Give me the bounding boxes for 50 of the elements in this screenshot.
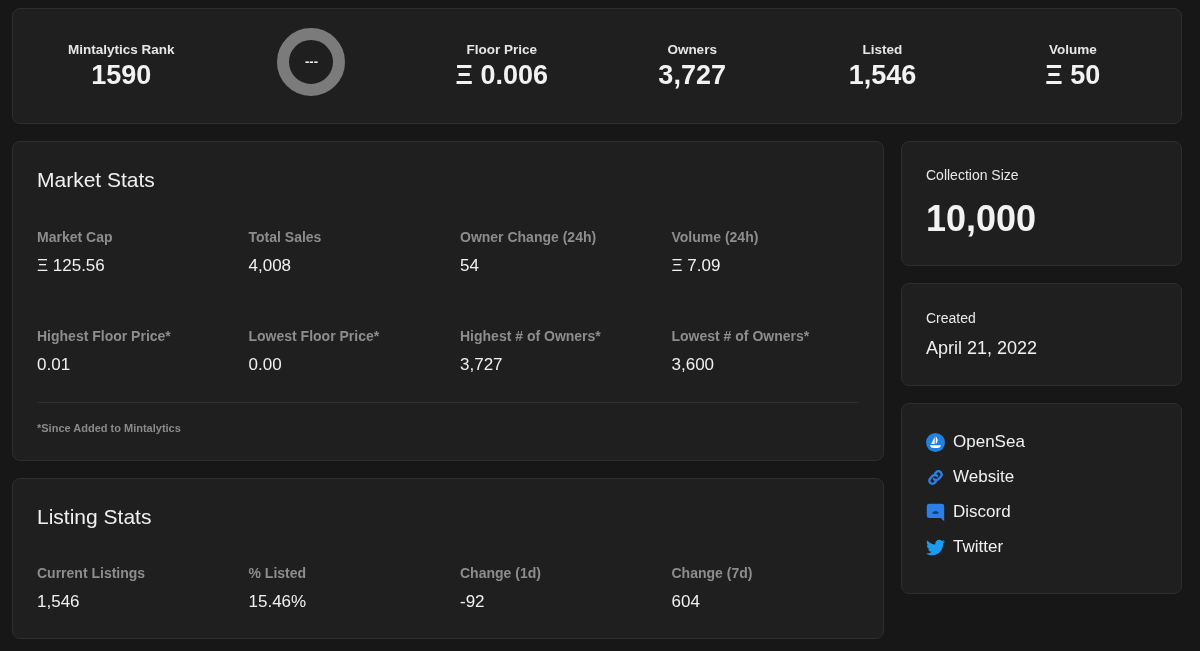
stat-value: 604 — [671, 591, 701, 613]
stat-label: Change (7d) — [671, 564, 754, 582]
stat-value: Ξ 125.56 — [37, 255, 106, 277]
stat-value: 0.01 — [37, 354, 72, 376]
external-link[interactable]: Website — [926, 465, 1015, 489]
stat-value: Ξ 0.006 — [455, 59, 549, 91]
stat-label: Volume (24h) — [671, 228, 760, 246]
stat-value: 3,727 — [460, 354, 504, 376]
stat-value: 54 — [460, 255, 480, 277]
card-title: Market Stats — [37, 167, 156, 193]
stat-value: 4,008 — [248, 255, 293, 277]
stat-value: 1590 — [91, 59, 152, 91]
stat-value: 3,727 — [658, 59, 726, 91]
stat-label: Listed — [862, 41, 903, 59]
stat-label: Volume — [1048, 41, 1097, 59]
stat-label: Floor Price — [466, 41, 538, 59]
stat-label: Collection Size — [926, 166, 1020, 184]
stat-value: 0.00 — [248, 354, 283, 376]
stat-value: Ξ 50 — [1045, 59, 1101, 91]
stat-value: 10,000 — [926, 197, 1038, 241]
external-link[interactable]: Discord — [926, 500, 1011, 524]
date-value: April 21, 2022 — [926, 337, 1039, 360]
stat-value: 15.46% — [248, 591, 308, 613]
score-ring: --- — [277, 28, 346, 96]
stat-label: Change (1d) — [460, 564, 542, 582]
chat-bubble-icon — [926, 502, 945, 522]
stat-label: Current Listings — [37, 564, 147, 582]
sailboat-icon — [926, 432, 945, 452]
external-link[interactable]: OpenSea — [926, 430, 1025, 454]
stat-label: Lowest Floor Price* — [248, 327, 381, 345]
stat-label: Highest Floor Price* — [37, 327, 172, 345]
stat-value: -92 — [460, 591, 486, 613]
stat-label: Market Cap — [37, 228, 114, 246]
stat-label: Created — [926, 309, 977, 327]
stat-label: Owners — [667, 41, 717, 59]
stat-label: Lowest # of Owners* — [671, 327, 811, 345]
card-title: Listing Stats — [37, 504, 153, 530]
bird-icon — [926, 537, 945, 557]
external-link[interactable]: Twitter — [926, 535, 1004, 559]
chain-link-icon — [926, 467, 945, 487]
stat-value: 3,600 — [671, 354, 716, 376]
stat-label: Owner Change (24h) — [460, 228, 598, 246]
stat-value: 1,546 — [37, 591, 81, 613]
stat-value: Ξ 7.09 — [671, 255, 722, 277]
footnote: *Since Added to Mintalytics — [37, 421, 182, 436]
stat-label: Highest # of Owners* — [460, 327, 602, 345]
stat-value: 1,546 — [848, 59, 917, 91]
stat-label: Mintalytics Rank — [67, 41, 175, 59]
stat-label: % Listed — [248, 564, 308, 582]
stat-label: Total Sales — [248, 228, 323, 246]
